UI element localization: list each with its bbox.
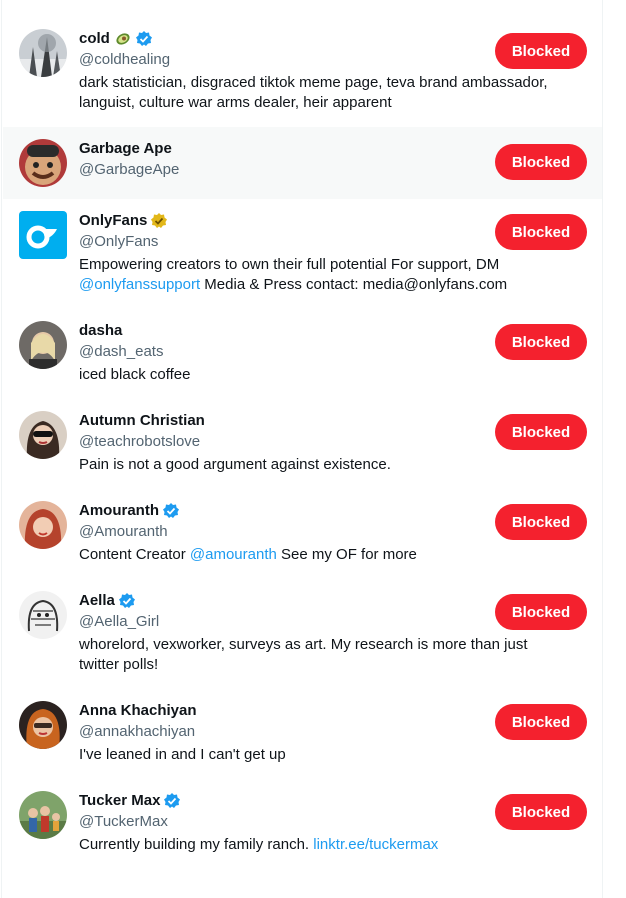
avatar[interactable] <box>19 29 67 77</box>
list-item[interactable]: Garbage Ape @GarbageApe Blocked <box>3 127 602 199</box>
blocked-button[interactable]: Blocked <box>495 324 587 360</box>
blocked-button[interactable]: Blocked <box>495 144 587 180</box>
bio-text: See my OF for more <box>276 546 417 563</box>
list-item[interactable]: Amouranth @Amouranth Content Creator @am… <box>3 489 602 579</box>
avocado-icon <box>114 30 132 48</box>
avatar[interactable] <box>19 321 67 369</box>
user-handle[interactable]: @annakhachiyan <box>79 722 479 742</box>
display-name[interactable]: Amouranth <box>79 501 159 521</box>
display-name[interactable]: Garbage Ape <box>79 139 172 159</box>
user-bio: Currently building my family ranch. link… <box>79 835 579 855</box>
user-bio: Empowering creators to own their full po… <box>79 255 579 295</box>
user-handle[interactable]: @TuckerMax <box>79 812 479 832</box>
avatar[interactable] <box>19 411 67 459</box>
user-handle[interactable]: @OnlyFans <box>79 232 479 252</box>
user-handle[interactable]: @Aella_Girl <box>79 612 479 632</box>
list-item[interactable]: OnlyFans @OnlyFans Empowering creators t… <box>3 199 602 309</box>
display-name[interactable]: dasha <box>79 321 122 341</box>
display-name[interactable]: cold <box>79 29 110 49</box>
bio-text: Currently building my family ranch. <box>79 836 314 853</box>
display-name[interactable]: Autumn Christian <box>79 411 205 431</box>
user-bio: whorelord, vexworker, surveys as art. My… <box>79 636 528 673</box>
display-name[interactable]: Anna Khachiyan <box>79 701 197 721</box>
bio-mention-link[interactable]: @amouranth <box>190 546 277 563</box>
blocked-button[interactable]: Blocked <box>495 414 587 450</box>
list-item[interactable]: Autumn Christian @teachrobotslove Pain i… <box>3 399 602 489</box>
blocked-button[interactable]: Blocked <box>495 704 587 740</box>
verified-badge-icon <box>162 502 180 520</box>
bio-mention-link[interactable]: @onlyfanssupport <box>79 276 200 293</box>
blocked-button[interactable]: Blocked <box>495 33 587 69</box>
user-bio: Content Creator @amouranth See my OF for… <box>79 545 579 565</box>
avatar[interactable] <box>19 211 67 259</box>
verified-gold-badge-icon <box>150 212 168 230</box>
bio-url-link[interactable]: linktr.ee/tuckermax <box>313 836 438 853</box>
user-bio: Pain is not a good argument against exis… <box>79 456 391 473</box>
avatar[interactable] <box>19 591 67 639</box>
user-handle[interactable]: @dash_eats <box>79 342 479 362</box>
list-item[interactable]: Anna Khachiyan @annakhachiyan I've leane… <box>3 689 602 779</box>
blocked-accounts-list: cold @coldhealing dark statistician, dis… <box>1 0 603 898</box>
list-item[interactable]: Tucker Max @TuckerMax Currently building… <box>3 779 602 879</box>
blocked-button[interactable]: Blocked <box>495 214 587 250</box>
list-item[interactable]: Aella @Aella_Girl whorelord, vexworker, … <box>3 579 602 689</box>
user-handle[interactable]: @GarbageApe <box>79 160 479 180</box>
user-bio: I've leaned in and I can't get up <box>79 746 286 763</box>
user-handle[interactable]: @Amouranth <box>79 522 479 542</box>
avatar[interactable] <box>19 501 67 549</box>
display-name[interactable]: Aella <box>79 591 115 611</box>
verified-badge-icon <box>163 792 181 810</box>
verified-badge-icon <box>135 30 153 48</box>
list-item[interactable]: dasha @dash_eats iced black coffee Block… <box>3 309 602 399</box>
avatar[interactable] <box>19 701 67 749</box>
user-handle[interactable]: @teachrobotslove <box>79 432 479 452</box>
user-bio: dark statistician, disgraced tiktok meme… <box>79 74 548 111</box>
display-name[interactable]: OnlyFans <box>79 211 147 231</box>
bio-text: Media & Press contact: media@onlyfans.co… <box>200 276 508 293</box>
user-handle[interactable]: @coldhealing <box>79 50 479 70</box>
display-name[interactable]: Tucker Max <box>79 791 160 811</box>
blocked-button[interactable]: Blocked <box>495 504 587 540</box>
blocked-button[interactable]: Blocked <box>495 794 587 830</box>
list-item[interactable]: cold @coldhealing dark statistician, dis… <box>3 17 602 127</box>
avatar[interactable] <box>19 791 67 839</box>
avatar[interactable] <box>19 139 67 187</box>
user-bio: iced black coffee <box>79 366 191 383</box>
blocked-button[interactable]: Blocked <box>495 594 587 630</box>
verified-badge-icon <box>118 592 136 610</box>
bio-text: Empowering creators to own their full po… <box>79 256 500 273</box>
bio-text: Content Creator <box>79 546 190 563</box>
